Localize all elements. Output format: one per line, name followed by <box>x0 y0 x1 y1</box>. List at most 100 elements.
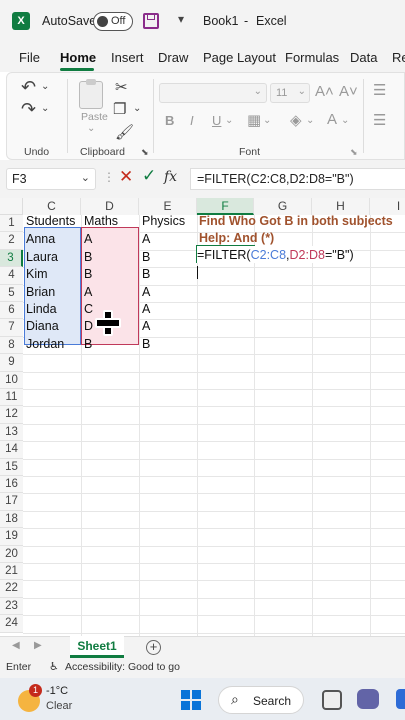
formula-bar-more-icon[interactable]: ⋮ <box>103 170 115 184</box>
tab-review[interactable]: Re <box>392 50 405 65</box>
new-sheet-icon[interactable]: + <box>146 640 161 655</box>
align-top-icon[interactable]: ☰ <box>373 81 386 99</box>
worksheet-grid[interactable]: C D E F G H I 1 2 3 4 5 6 7 8 9 10 11 12 13 14 15 16 17 1… <box>0 198 405 636</box>
row-header[interactable]: 24 <box>0 615 23 633</box>
row-header[interactable]: 13 <box>0 423 23 442</box>
header-students[interactable]: Students <box>26 213 75 230</box>
tab-page-layout[interactable]: Page Layout <box>203 50 276 65</box>
cut-icon[interactable]: ✂ <box>115 78 128 96</box>
prev-sheet-icon[interactable]: ◀ <box>12 640 20 651</box>
cancel-icon[interactable]: ✕ <box>119 167 133 187</box>
row-header[interactable]: 18 <box>0 510 23 529</box>
row-header[interactable]: 21 <box>0 563 23 581</box>
name-box-dropdown-icon[interactable]: ⌄ <box>81 171 90 184</box>
accessibility-status[interactable]: Accessibility: Good to go <box>65 661 180 673</box>
paste-dropdown-icon[interactable]: ⌄ <box>87 123 95 134</box>
select-all-corner[interactable] <box>0 198 23 215</box>
excel-icon[interactable]: X <box>12 12 30 30</box>
name-box[interactable]: F3 ⌄ <box>6 168 96 190</box>
students-cell[interactable]: Jordan <box>26 336 64 353</box>
physics-cell[interactable]: A <box>142 301 150 318</box>
accessibility-icon[interactable]: ♿ <box>49 660 59 673</box>
clipboard-launcher-icon[interactable]: ⬊ <box>141 147 149 158</box>
weather-temp[interactable]: -1°C <box>46 685 68 697</box>
enter-icon[interactable]: ✓ <box>142 166 156 186</box>
row-header[interactable]: 7 <box>0 319 23 337</box>
row-header[interactable]: 19 <box>0 528 23 546</box>
font-color-dropdown-icon[interactable]: ⌄ <box>341 115 349 126</box>
tab-formulas[interactable]: Formulas <box>285 50 339 65</box>
customize-qat-icon[interactable]: ▾ <box>178 12 184 26</box>
students-cell[interactable]: Anna <box>26 231 55 248</box>
note-title[interactable]: Find Who Got B in both subjects <box>199 213 393 230</box>
autosave-toggle[interactable]: Off <box>93 12 133 31</box>
font-launcher-icon[interactable]: ⬊ <box>350 147 358 158</box>
paste-icon[interactable] <box>79 79 103 109</box>
increase-font-icon[interactable]: A˄ <box>315 83 334 100</box>
underline-dropdown-icon[interactable]: ⌄ <box>225 115 233 126</box>
students-cell[interactable]: Linda <box>26 301 57 318</box>
save-icon[interactable] <box>143 13 159 29</box>
maths-cell[interactable]: B <box>84 336 92 353</box>
copy-icon[interactable]: ❐ <box>113 100 126 118</box>
row-header[interactable]: 9 <box>0 354 23 372</box>
row-header[interactable]: 1 <box>0 215 23 233</box>
maths-cell[interactable]: A <box>84 284 92 301</box>
row-header[interactable]: 4 <box>0 267 23 285</box>
row-header[interactable]: 14 <box>0 441 23 459</box>
row-header[interactable]: 5 <box>0 284 23 302</box>
fill-color-dropdown-icon[interactable]: ⌄ <box>306 115 314 126</box>
tab-home[interactable]: Home <box>60 50 96 65</box>
redo-icon[interactable]: ↷ <box>21 99 36 120</box>
tab-data[interactable]: Data <box>350 50 377 65</box>
start-icon[interactable] <box>181 690 201 710</box>
weather-condition[interactable]: Clear <box>46 700 72 712</box>
decrease-font-icon[interactable]: A˅ <box>339 83 358 100</box>
row-header[interactable]: 3 <box>0 249 23 268</box>
row-header[interactable]: 15 <box>0 458 23 476</box>
borders-icon[interactable]: ▦ <box>247 111 261 129</box>
row-header[interactable]: 2 <box>0 232 23 250</box>
teams-chat-icon[interactable] <box>357 689 379 709</box>
physics-cell[interactable]: B <box>142 266 150 283</box>
row-header[interactable]: 6 <box>0 302 23 320</box>
sheet-tab-sheet1[interactable]: Sheet1 <box>70 636 124 658</box>
maths-cell[interactable]: B <box>84 249 92 266</box>
app-icon-partial[interactable] <box>396 689 405 709</box>
format-painter-icon[interactable]: 🖌 <box>115 123 134 141</box>
physics-cell[interactable]: A <box>142 231 150 248</box>
underline-icon[interactable]: U <box>212 113 221 128</box>
maths-cell[interactable]: D <box>84 318 93 335</box>
students-cell[interactable]: Kim <box>26 266 48 283</box>
row-header[interactable]: 8 <box>0 336 23 355</box>
fill-color-icon[interactable]: ◈ <box>290 111 302 129</box>
physics-cell[interactable]: A <box>142 284 150 301</box>
align-left-icon[interactable]: ☰ <box>373 111 386 129</box>
row-header[interactable]: 12 <box>0 406 23 424</box>
taskbar-search[interactable]: ⌕ Search <box>218 686 304 714</box>
next-sheet-icon[interactable]: ▶ <box>34 640 42 651</box>
physics-cell[interactable]: B <box>142 336 150 353</box>
font-name-box[interactable]: ⌄ <box>159 83 267 103</box>
font-size-box[interactable]: 11 ⌄ <box>270 83 310 103</box>
italic-icon[interactable]: I <box>190 113 194 128</box>
copy-dropdown-icon[interactable]: ⌄ <box>133 103 141 114</box>
formula-input[interactable]: =FILTER(C2:C8,D2:D8="B") <box>190 168 405 190</box>
row-header[interactable]: 23 <box>0 597 23 616</box>
undo-icon[interactable]: ↶ <box>21 77 36 98</box>
font-color-icon[interactable]: A <box>327 111 337 128</box>
tab-draw[interactable]: Draw <box>158 50 188 65</box>
tab-file[interactable]: File <box>19 50 40 65</box>
students-cell[interactable]: Diana <box>26 318 59 335</box>
students-cell[interactable]: Brian <box>26 284 55 301</box>
row-header[interactable]: 22 <box>0 580 23 598</box>
paste-label[interactable]: Paste <box>81 111 108 123</box>
maths-cell[interactable]: A <box>84 231 92 248</box>
task-view-icon[interactable] <box>322 690 342 710</box>
row-header[interactable]: 17 <box>0 493 23 511</box>
row-header[interactable]: 10 <box>0 371 23 389</box>
physics-cell[interactable]: B <box>142 249 150 266</box>
tab-insert[interactable]: Insert <box>111 50 144 65</box>
physics-cell[interactable]: A <box>142 318 150 335</box>
maths-cell[interactable]: C <box>84 301 93 318</box>
